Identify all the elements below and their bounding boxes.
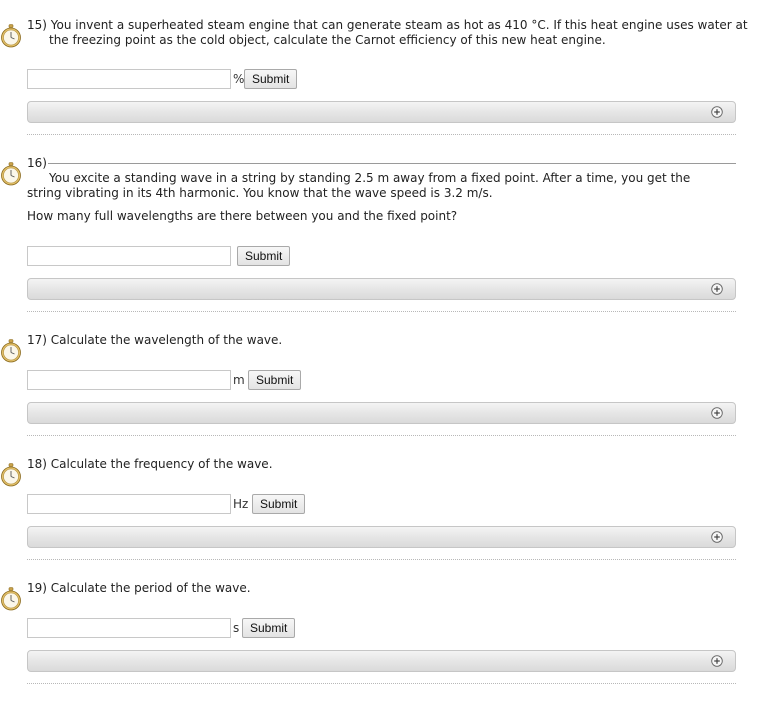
answer-input[interactable] — [27, 69, 231, 89]
hint-bar[interactable] — [27, 402, 736, 424]
hint-bar[interactable] — [27, 278, 736, 300]
answer-input[interactable] — [27, 370, 231, 390]
submit-button[interactable]: Submit — [242, 618, 296, 638]
plus-circle-icon[interactable] — [711, 531, 723, 543]
divider — [27, 435, 736, 436]
question-text: 15) You invent a superheated steam engin… — [27, 18, 749, 48]
stopwatch-icon — [0, 463, 22, 487]
question-number: 19) — [27, 581, 47, 595]
question-number: 17) — [27, 333, 47, 347]
hint-bar[interactable] — [27, 101, 736, 123]
hint-bar[interactable] — [27, 650, 736, 672]
plus-circle-icon[interactable] — [711, 106, 723, 118]
submit-button[interactable]: Submit — [248, 370, 302, 390]
stopwatch-icon — [0, 162, 22, 186]
answer-input[interactable] — [27, 494, 231, 514]
question-body: Calculate the period of the wave. — [50, 581, 251, 595]
question-body: Calculate the frequency of the wave. — [50, 457, 273, 471]
stopwatch-icon — [0, 339, 22, 363]
unit-label: Hz — [233, 497, 249, 511]
submit-button[interactable]: Submit — [252, 494, 306, 514]
plus-circle-icon[interactable] — [711, 283, 723, 295]
hint-bar[interactable] — [27, 526, 736, 548]
question-number: 18) — [27, 457, 47, 471]
question-text: 18) Calculate the frequency of the wave. — [27, 457, 727, 472]
divider — [27, 683, 736, 684]
submit-button[interactable]: Submit — [237, 246, 291, 266]
question-body: You invent a superheated steam engine th… — [49, 18, 748, 47]
question-subtext: How many full wavelengths are there betw… — [27, 209, 458, 223]
question-text: You excite a standing wave in a string b… — [27, 171, 727, 201]
stopwatch-icon — [0, 24, 22, 48]
question-number: 16) — [27, 156, 47, 170]
question-body: Calculate the wavelength of the wave. — [50, 333, 283, 347]
question-separator-line — [48, 163, 736, 164]
unit-label: m — [233, 373, 245, 387]
plus-circle-icon[interactable] — [711, 655, 723, 667]
question-text: 17) Calculate the wavelength of the wave… — [27, 333, 727, 348]
divider — [27, 134, 736, 135]
unit-label: s — [233, 621, 240, 635]
answer-input[interactable] — [27, 618, 231, 638]
stopwatch-icon — [0, 587, 22, 611]
question-body: You excite a standing wave in a string b… — [27, 171, 691, 200]
plus-circle-icon[interactable] — [711, 407, 723, 419]
answer-input[interactable] — [27, 246, 231, 266]
question-number: 15) — [27, 18, 47, 32]
divider — [27, 559, 736, 560]
submit-button[interactable]: Submit — [244, 69, 298, 89]
question-text: 19) Calculate the period of the wave. — [27, 581, 727, 596]
unit-label: % — [233, 72, 245, 86]
divider — [27, 311, 736, 312]
